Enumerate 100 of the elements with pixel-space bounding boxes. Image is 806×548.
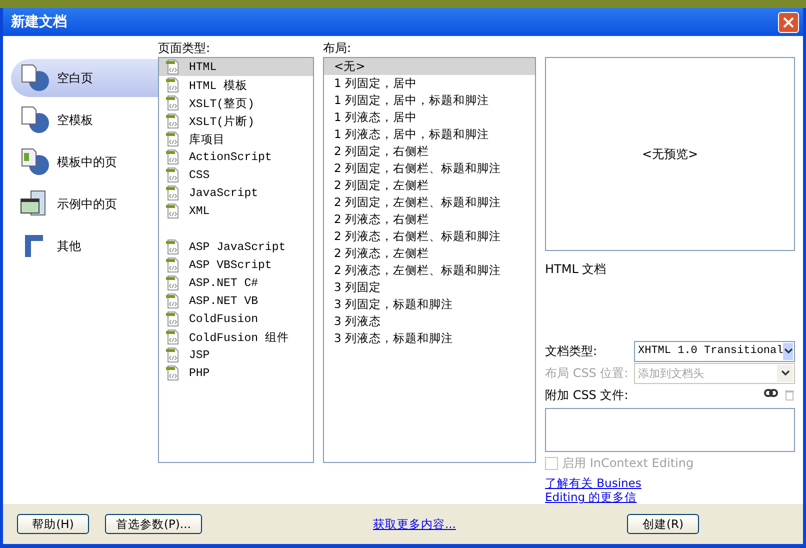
layout-item[interactable]: 2 列液态，左侧栏、标题和脚注 [324,262,535,280]
create-button[interactable]: 创建(R) [627,514,699,534]
document-icon [165,293,181,310]
layout-label: 布局: [323,40,352,58]
category-item[interactable]: 模板中的页 [11,143,158,182]
layout-item[interactable]: 2 列液态，右侧栏 [324,211,535,228]
globe-document-icon [19,105,49,136]
css-file-list[interactable] [545,408,795,452]
category-item[interactable]: 空模板 [11,101,158,140]
page-type-item[interactable]: JSP [159,346,313,364]
page-type-text: 库项目 [189,132,225,147]
layout-item[interactable]: 2 列液态，右侧栏、标题和脚注 [324,228,535,246]
document-icon [165,203,181,220]
document-icon [165,239,181,256]
page-type-item[interactable]: ActionScript [159,148,313,166]
description-text: HTML 文档 [545,261,608,278]
layout-item[interactable]: 1 列液态，居中，标题和脚注 [324,126,535,144]
page-type-text: ActionScript [189,150,272,164]
page-type-item[interactable]: XML [159,202,313,220]
page-type-text: ColdFusion [189,312,258,326]
page-type-item[interactable]: ASP JavaScript [159,238,313,256]
category-item[interactable]: 其他 [11,227,158,266]
category-label: 空模板 [57,112,93,129]
document-icon [165,149,181,166]
page-type-text: ASP JavaScript [189,240,286,254]
document-icon [165,275,181,292]
page-type-text: JavaScript [189,186,258,200]
doc-type-label: 文档类型: [545,342,598,360]
page-type-text: PHP [189,366,210,380]
category-item[interactable]: 空白页 [11,59,158,98]
document-icon [165,185,181,202]
category-label: 模板中的页 [57,154,117,171]
globe-document-icon [19,147,49,178]
layout-item[interactable]: 2 列固定，右侧栏 [324,143,535,160]
layout-item[interactable]: 3 列固定，标题和脚注 [324,296,535,314]
page-type-text: HTML 模板 [189,78,248,93]
learn-more-link[interactable]: 了解有关 Busines [545,476,642,490]
incontext-label: 启用 InContext Editing [562,454,694,472]
page-type-text: XSLT(片断) [189,114,254,129]
page-type-item[interactable]: HTML 模板 [159,76,313,94]
document-icon [165,257,181,274]
page-type-item[interactable]: HTML [159,58,313,76]
page-type-item[interactable]: JavaScript [159,184,313,202]
page-type-item[interactable]: ColdFusion 组件 [159,328,313,346]
page-type-item[interactable]: PHP [159,364,313,382]
preferences-button[interactable]: 首选参数(P)... [105,514,202,534]
get-more-content-link[interactable]: 获取更多内容... [372,517,456,532]
page-type-text: ASP.NET C# [189,276,258,290]
page-type-item[interactable]: ASP.NET VB [159,292,313,310]
document-icon [165,329,181,346]
caret-icon [780,370,790,376]
caret-icon [784,348,793,354]
page-type-text: HTML [189,60,217,74]
document-icon [165,365,181,382]
page-type-text: XML [189,204,210,218]
page-type-label: 页面类型: [158,40,212,58]
category-label: 空白页 [57,70,93,87]
page-type-item[interactable]: ASP.NET C# [159,274,313,292]
page-type-text: CSS [189,168,210,182]
layout-item[interactable]: 3 列液态，标题和脚注 [324,330,535,348]
page-type-text: ASP VBScript [189,258,272,272]
page-type-text: JSP [189,348,210,362]
layout-item[interactable]: <无> [324,58,535,76]
document-icon [165,167,181,184]
page-type-item[interactable]: CSS [159,166,313,184]
page-type-text: ColdFusion 组件 [189,330,289,345]
close-icon [783,16,794,28]
help-button[interactable]: 帮助(H) [17,514,89,534]
layout-item[interactable]: 1 列固定，居中 [324,75,535,92]
layout-item[interactable]: 2 列固定，左侧栏、标题和脚注 [324,194,535,212]
close-button[interactable] [778,12,799,33]
layout-item[interactable]: 2 列液态，左侧栏 [324,245,535,262]
category-item[interactable]: 示例中的页 [11,185,158,224]
doc-type-dropdown[interactable]: XHTML 1.0 Transitional [634,340,795,362]
layout-item[interactable]: 1 列固定，居中，标题和脚注 [324,92,535,110]
document-icon [165,311,181,328]
page-type-item[interactable]: ColdFusion [159,310,313,328]
layout-item[interactable]: 1 列液态，居中 [324,109,535,126]
layout-item[interactable]: 3 列液态 [324,313,535,330]
window-title: 新建文档 [11,13,67,32]
trash-icon[interactable] [784,389,795,402]
layout-item[interactable]: 2 列固定，左侧栏 [324,177,535,194]
link-icon[interactable] [764,389,778,398]
category-label: 其他 [57,238,81,255]
page-type-item[interactable]: XSLT(整页) [159,94,313,112]
document-icon [165,95,181,112]
learn-more-link[interactable]: Editing 的更多信 [545,490,637,504]
document-icon [165,113,181,130]
layout-css-label: 布局 CSS 位置: [545,364,628,382]
page-type-item[interactable]: 库项目 [159,130,313,148]
page-type-text: XSLT(整页) [189,96,254,111]
layout-item[interactable]: 2 列固定，右侧栏、标题和脚注 [324,160,535,178]
page-type-item[interactable]: ASP VBScript [159,256,313,274]
page-type-text: ASP.NET VB [189,294,258,308]
page-type-item[interactable]: XSLT(片断) [159,112,313,130]
document-icon [165,77,181,94]
globe-document-icon [19,63,49,94]
attach-css-label: 附加 CSS 文件: [545,386,628,404]
preview-text: <无预览> [642,146,698,163]
layout-item[interactable]: 3 列固定 [324,279,535,296]
